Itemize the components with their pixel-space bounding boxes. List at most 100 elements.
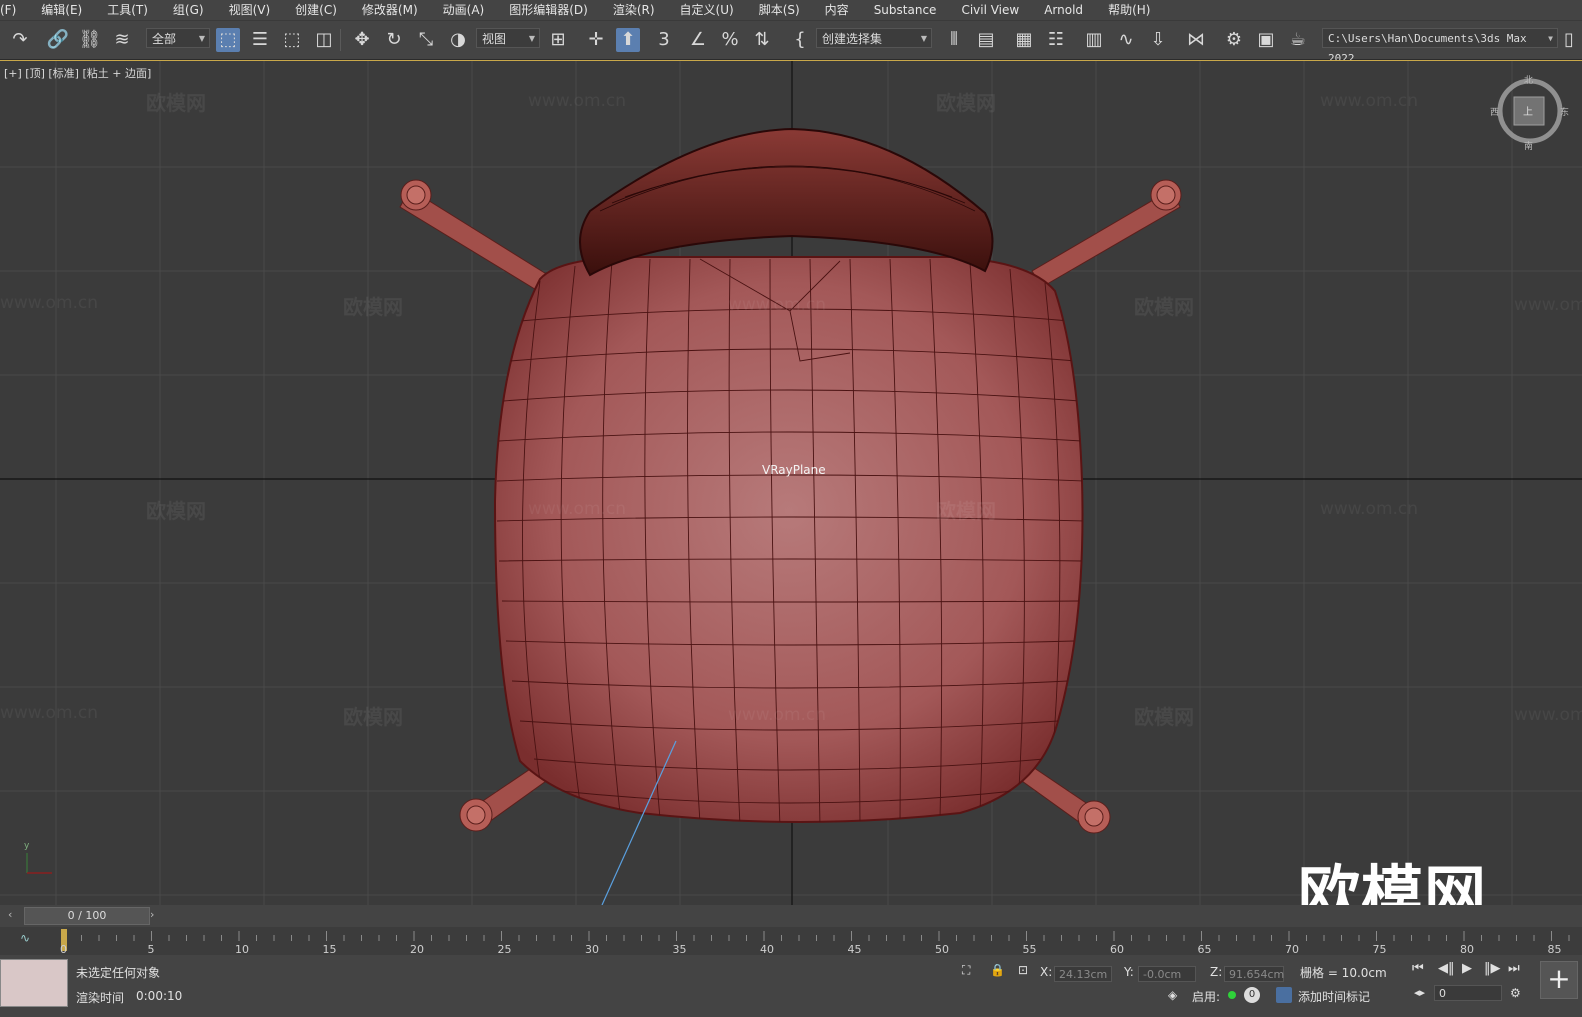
redo-icon[interactable]: ↷ (8, 28, 32, 52)
rotate-icon[interactable]: ↻ (382, 28, 406, 52)
keyboard-shortcut-override-icon[interactable]: ⬆ (616, 28, 640, 52)
select-object-icon[interactable]: ⬚ (216, 28, 240, 52)
select-manipulate-icon[interactable]: ✛ (584, 28, 608, 52)
isolate-selection-icon[interactable]: ⛶ (962, 963, 970, 978)
track-bar[interactable]: ∿ 0 5 10 15 20 25 30 35 40 45 50 55 60 65 70 75 80 85 (0, 927, 1582, 956)
menu-item[interactable]: 图形编辑器(D) (496, 0, 600, 20)
menu-item[interactable]: 动画(A) (430, 0, 497, 20)
rect-selection-region-icon[interactable]: ⬚ (280, 28, 304, 52)
edit-named-selection-icon[interactable]: { (788, 28, 812, 52)
viewport-label[interactable]: [+] [顶] [标准] [粘土 + 边面] (4, 65, 151, 81)
watermark: 欧模网 (936, 499, 996, 523)
time-slider[interactable]: ‹ 0 / 100 › (0, 905, 1582, 927)
layer-explorer-icon[interactable]: ☷ (1044, 28, 1068, 52)
current-frame-field[interactable]: 0 (1434, 985, 1502, 1001)
watermark: www.om.cn (0, 293, 99, 313)
axis-y-label: y (24, 841, 30, 851)
select-by-name-icon[interactable]: ☰ (248, 28, 272, 52)
next-key-icon[interactable]: ‖▶ (1484, 961, 1501, 976)
menu-item[interactable]: 工具(T) (94, 0, 160, 20)
viewcube-west[interactable]: 西 (1490, 105, 1499, 118)
maxscript-listener-mini[interactable] (0, 959, 68, 1007)
unlink-icon[interactable]: ⛓ (78, 28, 102, 52)
viewcube-south[interactable]: 南 (1524, 139, 1533, 152)
viewcube-east[interactable]: 东 (1560, 105, 1569, 118)
goto-start-icon[interactable]: ⏮ (1412, 961, 1424, 976)
selection-filter-dropdown[interactable]: 全部 ▼ (146, 28, 210, 48)
watermark: 欧模网 (936, 91, 996, 115)
menu-item[interactable]: Substance (861, 0, 949, 20)
play-icon[interactable]: ▶ (1462, 961, 1472, 976)
project-path-dropdown[interactable]: C:\Users\Han\Documents\3ds Max 2022 ▼ (1322, 28, 1558, 65)
schematic-view-icon[interactable]: ⇩ (1146, 28, 1170, 52)
absolute-mode-icon[interactable]: ⊡ (1018, 963, 1028, 977)
reference-coordinate-dropdown[interactable]: 视图 ▼ (476, 28, 540, 48)
viewcube-north[interactable]: 北 (1524, 73, 1533, 86)
render-production-icon[interactable]: ☕ (1286, 28, 1310, 52)
menu-item[interactable]: 创建(C) (282, 0, 349, 20)
menu-item[interactable]: Arnold (1031, 0, 1095, 20)
placement-icon[interactable]: ◑ (446, 28, 470, 52)
project-folder-icon[interactable]: ▯ (1560, 28, 1578, 52)
menu-item[interactable]: (F) (0, 0, 28, 20)
prev-key-icon[interactable]: ◀‖ (1438, 961, 1455, 976)
snaps-toggle-icon[interactable]: 3 (652, 28, 676, 52)
time-config-icon[interactable]: ⚙ (1510, 986, 1521, 1000)
move-icon[interactable]: ✥ (350, 28, 374, 52)
render-time-value: 0:00:10 (136, 989, 183, 1003)
pivot-center-icon[interactable]: ⊞ (546, 28, 570, 52)
align-icon[interactable]: ▤ (974, 28, 998, 52)
viewcube-face-top[interactable]: 上 (1523, 103, 1533, 118)
material-editor-icon[interactable]: ⋈ (1184, 28, 1208, 52)
toggle-ribbon-icon[interactable]: ▥ (1082, 28, 1106, 52)
named-selection-dropdown[interactable]: 创建选择集 ▼ (816, 28, 932, 48)
render-setup-icon[interactable]: ⚙ (1222, 28, 1246, 52)
object-label[interactable]: VRayPlane (762, 463, 826, 477)
menu-item[interactable]: 修改器(M) (349, 0, 430, 20)
link-icon[interactable]: 🔗 (46, 28, 70, 52)
next-frame-icon[interactable]: › (150, 908, 154, 921)
watermark: www.om.cn (528, 499, 627, 519)
key-mode-icon[interactable]: ◂▸ (1414, 986, 1425, 999)
x-coordinate-field[interactable]: 24.13cm (1054, 966, 1112, 982)
top-viewport[interactable]: [+] [顶] [标准] [粘土 + 边面] 欧模网 www.om.cn 欧模网… (0, 60, 1582, 905)
selection-lock-icon[interactable]: 🔒 (990, 963, 1005, 977)
time-slider-thumb[interactable]: 0 / 100 (24, 907, 150, 925)
menu-item[interactable]: 编辑(E) (28, 0, 94, 20)
render-time-label: 渲染时间 (76, 991, 125, 1005)
menu-item[interactable]: 自定义(U) (667, 0, 746, 20)
main-toolbar: ↷ 🔗 ⛓ ≋ 全部 ▼ ⬚ ☰ ⬚ ◫ ✥ ↻ ⤡ ◑ 视图 ▼ ⊞ ✛ ⬆ 3 … (0, 20, 1582, 65)
watermark: www.om.cn (728, 295, 827, 315)
curve-editor-icon[interactable]: ∿ (1114, 28, 1138, 52)
viewport-canvas (0, 61, 1582, 905)
adaptive-degradation-icon[interactable]: ◈ (1168, 988, 1177, 1002)
bind-space-warp-icon[interactable]: ≋ (110, 28, 134, 52)
y-coordinate-field[interactable]: -0.0cm (1138, 966, 1196, 982)
rendered-frame-window-icon[interactable]: ▣ (1254, 28, 1278, 52)
y-label: Y: (1124, 965, 1134, 979)
time-tag-icon[interactable] (1276, 987, 1292, 1003)
menu-item[interactable]: Civil View (948, 0, 1031, 20)
scene-explorer-icon[interactable]: ▦ (1012, 28, 1036, 52)
spinner-snap-icon[interactable]: ⇅ (750, 28, 774, 52)
watermark: www.om.cn (1320, 499, 1419, 519)
z-coordinate-field[interactable]: 91.654cm (1224, 966, 1284, 982)
menu-item[interactable]: 渲染(R) (600, 0, 667, 20)
percent-snap-icon[interactable]: % (718, 28, 742, 52)
menu-item[interactable]: 帮助(H) (1095, 0, 1162, 20)
angle-snap-icon[interactable]: ∠ (686, 28, 710, 52)
mirror-icon[interactable]: ⫴ (942, 28, 966, 52)
watermark: 欧模网 (343, 705, 403, 729)
goto-end-icon[interactable]: ⏭ (1508, 961, 1520, 976)
chair-seat (493, 256, 1084, 823)
window-crossing-icon[interactable]: ◫ (312, 28, 336, 52)
menu-item[interactable]: 组(G) (160, 0, 216, 20)
add-time-tag[interactable]: 添加时间标记 (1298, 988, 1370, 1005)
menu-item[interactable]: 视图(V) (216, 0, 283, 20)
scale-icon[interactable]: ⤡ (414, 28, 438, 52)
prev-frame-icon[interactable]: ‹ (8, 908, 12, 921)
menu-item[interactable]: 脚本(S) (746, 0, 812, 20)
menu-item[interactable]: 内容 (812, 0, 861, 20)
zero-badge[interactable]: 0 (1244, 987, 1260, 1003)
viewport-maximize-icon[interactable]: + (1540, 961, 1578, 999)
